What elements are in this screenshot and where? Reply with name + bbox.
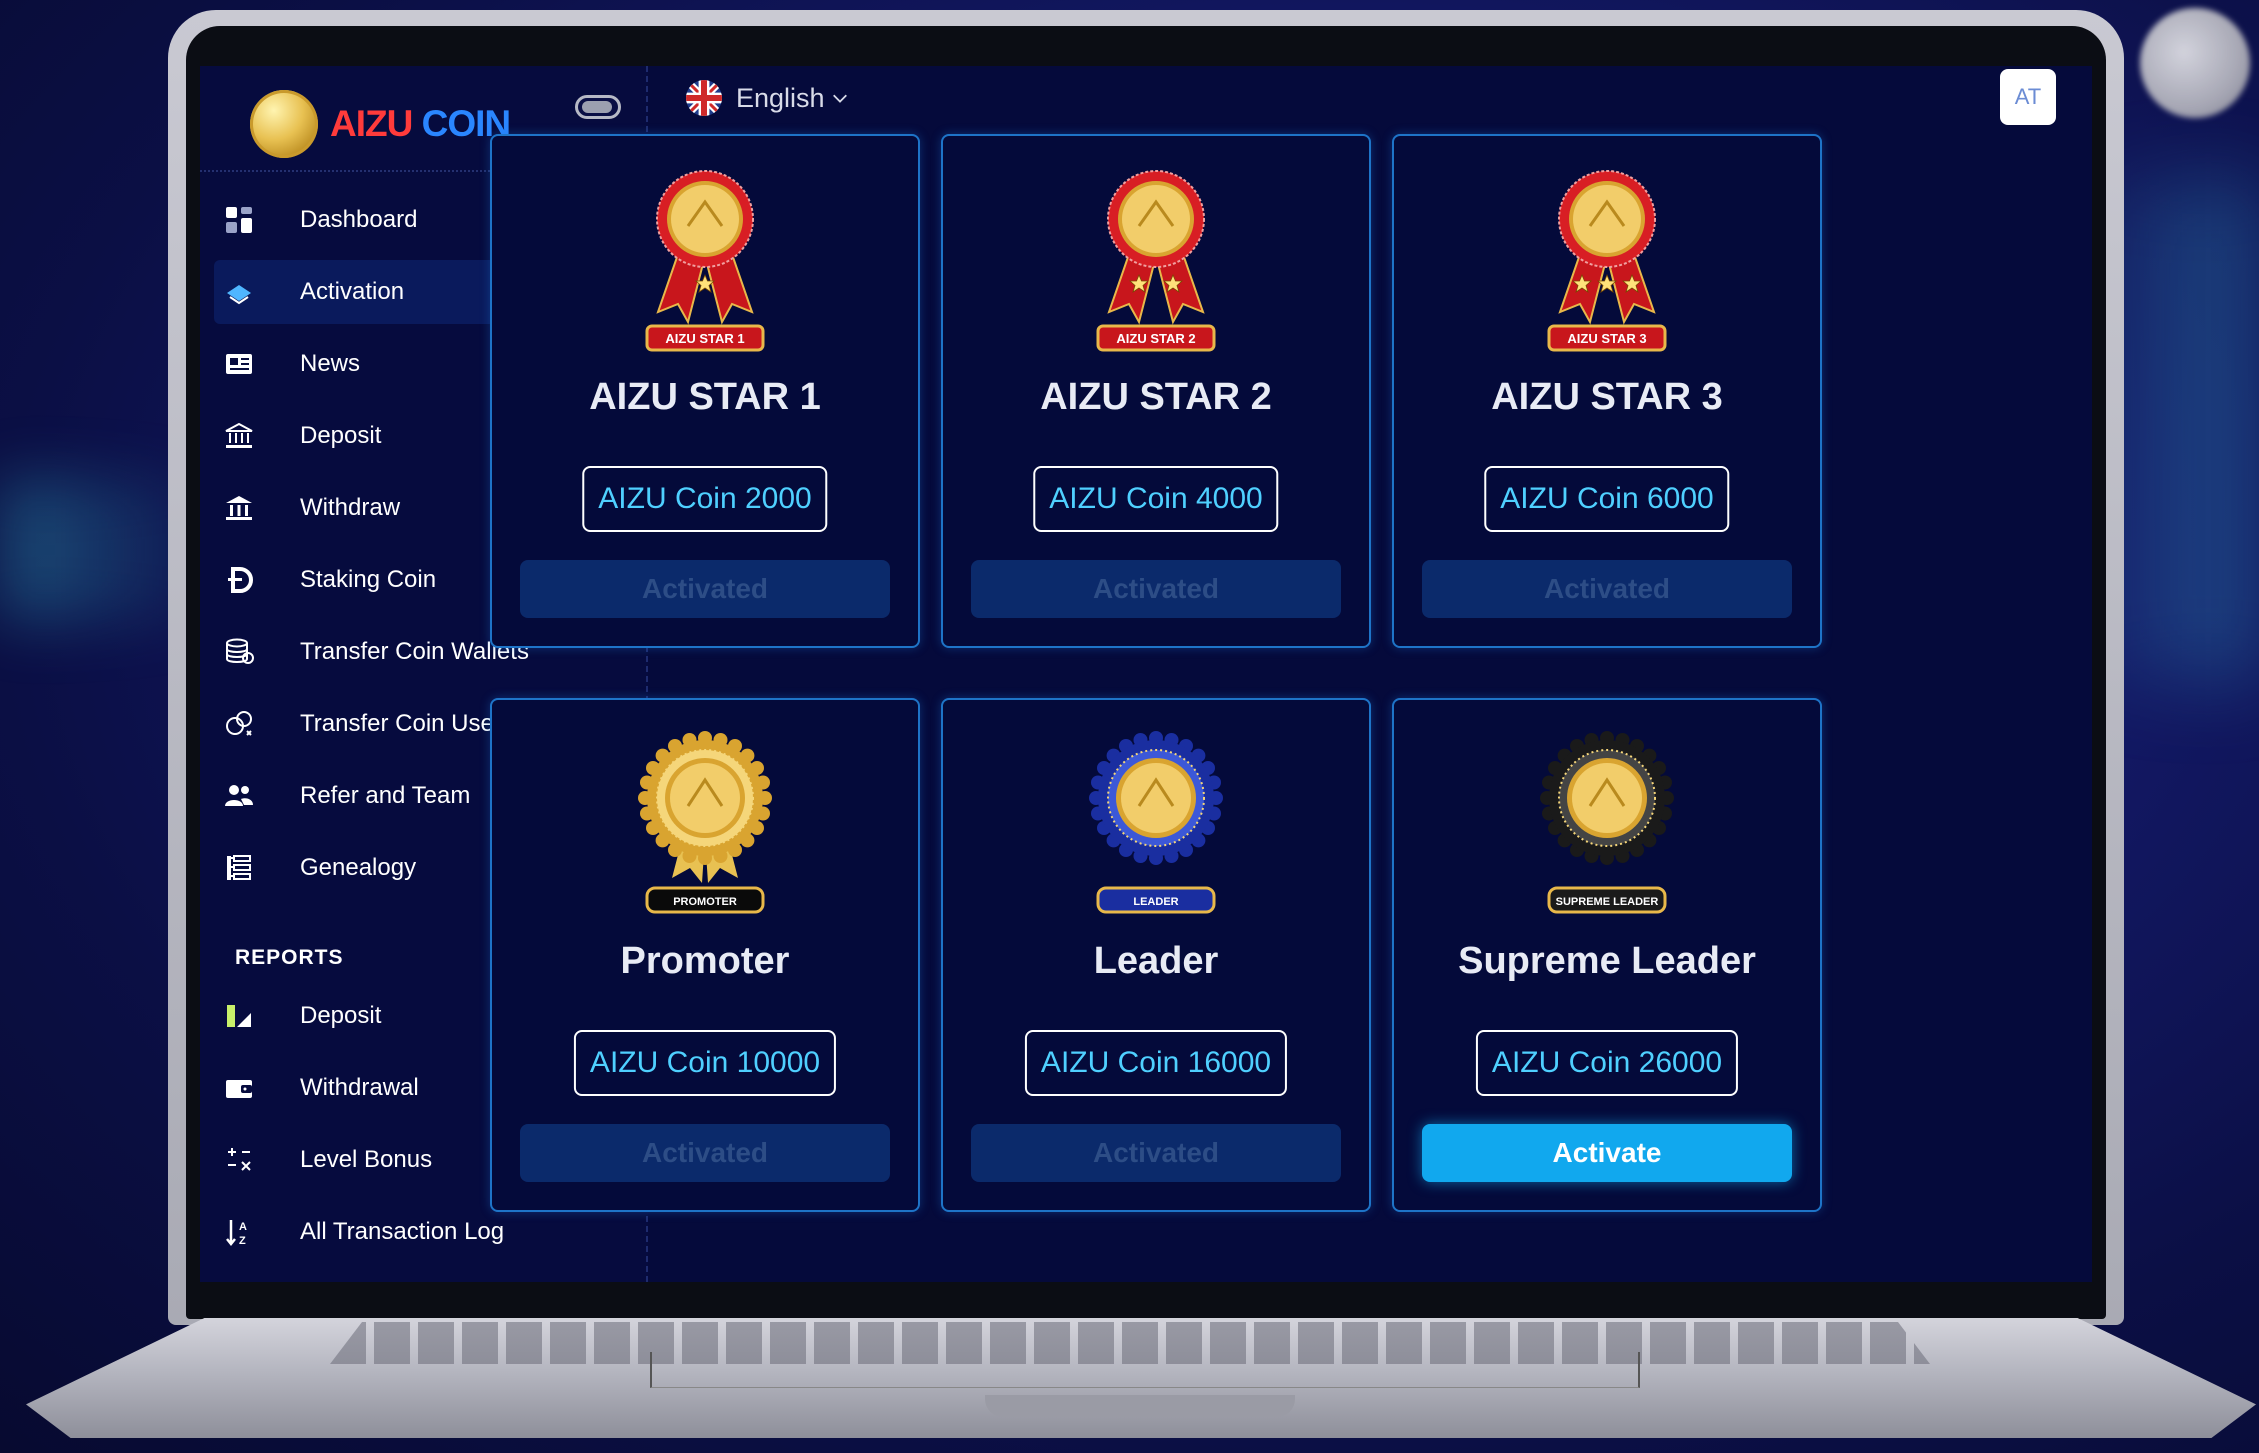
award-ribbon-icon: AIZU STAR 2 bbox=[943, 164, 1369, 354]
card-price: AIZU Coin 26000 bbox=[1475, 1030, 1739, 1096]
sidebar-toggle[interactable] bbox=[575, 95, 621, 119]
activated-button[interactable]: Activated bbox=[520, 560, 890, 618]
card-price: AIZU Coin 4000 bbox=[1033, 466, 1279, 532]
sidebar-item-label: Genealogy bbox=[300, 854, 417, 881]
leader-seal-icon: LEADER bbox=[943, 728, 1369, 918]
award-ribbon-icon: AIZU STAR 1 bbox=[492, 164, 918, 354]
laptop-trackpad bbox=[650, 1352, 1640, 1388]
activation-card-promoter: PROMOTER Promoter AIZU Coin 10000 Activate… bbox=[490, 698, 920, 1212]
sidebar-item-label: Withdrawal bbox=[300, 1074, 419, 1101]
wallet-icon bbox=[224, 1070, 276, 1106]
coin-logo-icon bbox=[250, 90, 318, 158]
sidebar-item-label: Deposit bbox=[300, 1002, 382, 1029]
user-avatar[interactable]: AT bbox=[2000, 69, 2056, 125]
withdraw-icon bbox=[224, 490, 276, 526]
card-price: AIZU Coin 6000 bbox=[1484, 466, 1730, 532]
badge-ribbon-text: AIZU STAR 3 bbox=[1567, 331, 1646, 346]
news-icon bbox=[224, 346, 276, 382]
activation-card-aizu-star-1: AIZU STAR 1 AIZU STAR 1 AIZU Coin 2000 Act… bbox=[490, 134, 920, 648]
logo-text: AIZU COIN bbox=[330, 103, 511, 145]
card-title: Supreme Leader bbox=[1458, 940, 1756, 982]
badge-ribbon-text: SUPREME LEADER bbox=[1556, 896, 1659, 908]
activated-button[interactable]: Activated bbox=[520, 1124, 890, 1182]
card-title: Leader bbox=[1093, 940, 1219, 982]
badge-ribbon-text: AIZU STAR 1 bbox=[665, 331, 744, 346]
coins-stack-icon bbox=[224, 634, 276, 670]
badge-ribbon-text: PROMOTER bbox=[673, 896, 737, 908]
activation-card-aizu-star-3: AIZU STAR 3 AIZU STAR 3 AIZU Coin 6000 Act… bbox=[1392, 134, 1822, 648]
card-price: AIZU Coin 10000 bbox=[573, 1030, 837, 1096]
logo[interactable]: AIZU COIN bbox=[250, 72, 511, 176]
chevron-down-icon bbox=[832, 94, 847, 103]
card-title: AIZU STAR 3 bbox=[1491, 376, 1723, 418]
sidebar-item-label: Staking Coin bbox=[300, 566, 437, 593]
award-ribbon-icon: AIZU STAR 3 bbox=[1394, 164, 1820, 354]
card-title: Promoter bbox=[620, 940, 790, 982]
sidebar-item-label: Withdraw bbox=[300, 494, 401, 521]
language-selector[interactable]: English bbox=[686, 66, 849, 134]
activation-card-aizu-star-2: AIZU STAR 2 AIZU STAR 2 AIZU Coin 4000 Act… bbox=[941, 134, 1371, 648]
sidebar-item-label: Transfer Coin User bbox=[300, 710, 502, 737]
activation-card-supreme-leader: SUPREME LEADER Supreme Leader AIZU Coin 2… bbox=[1392, 698, 1822, 1212]
background-orb bbox=[2140, 8, 2250, 118]
sidebar-item-label: News bbox=[300, 350, 361, 377]
bank-icon bbox=[224, 418, 276, 454]
activation-icon bbox=[224, 274, 276, 310]
sidebar-item-label: Activation bbox=[300, 278, 405, 305]
staking-icon bbox=[224, 562, 276, 598]
dashboard-icon bbox=[224, 202, 276, 238]
app-screen: AIZU COIN Dashboard Activation News Deposit… bbox=[200, 66, 2092, 1282]
activated-button[interactable]: Activated bbox=[971, 1124, 1341, 1182]
sidebar-item-label: Refer and Team bbox=[300, 782, 471, 809]
card-title: AIZU STAR 2 bbox=[1040, 376, 1272, 418]
card-price: AIZU Coin 16000 bbox=[1024, 1030, 1288, 1096]
transfer-user-icon bbox=[224, 706, 276, 742]
svg-text:Z: Z bbox=[239, 1235, 246, 1247]
genealogy-icon bbox=[224, 850, 276, 886]
sidebar-item-label: Deposit bbox=[300, 422, 382, 449]
sidebar-item-label: Level Bonus bbox=[300, 1146, 433, 1173]
activated-button[interactable]: Activated bbox=[971, 560, 1341, 618]
sidebar-item-label: All Transaction Log bbox=[300, 1218, 505, 1245]
sort-icon: AZ bbox=[224, 1214, 276, 1250]
card-title: AIZU STAR 1 bbox=[589, 376, 821, 418]
logo-text-red: AIZU bbox=[330, 103, 413, 144]
card-price: AIZU Coin 2000 bbox=[582, 466, 828, 532]
laptop-notch bbox=[985, 1395, 1295, 1417]
calculator-icon bbox=[224, 1142, 276, 1178]
badge-ribbon-text: LEADER bbox=[1133, 896, 1178, 908]
promoter-seal-icon: PROMOTER bbox=[492, 728, 918, 918]
activated-button[interactable]: Activated bbox=[1422, 560, 1792, 618]
uk-flag-icon bbox=[686, 80, 722, 116]
activate-button[interactable]: Activate bbox=[1422, 1124, 1792, 1182]
svg-text:A: A bbox=[239, 1221, 247, 1233]
activation-card-leader: LEADER Leader AIZU Coin 16000 Activated bbox=[941, 698, 1371, 1212]
deposit-report-icon bbox=[224, 998, 276, 1034]
supreme-seal-icon: SUPREME LEADER bbox=[1394, 728, 1820, 918]
sidebar-item-label: Dashboard bbox=[300, 206, 418, 233]
team-icon bbox=[224, 778, 276, 814]
reports-heading: REPORTS bbox=[235, 946, 344, 969]
language-label: English bbox=[736, 82, 825, 113]
badge-ribbon-text: AIZU STAR 2 bbox=[1116, 331, 1195, 346]
